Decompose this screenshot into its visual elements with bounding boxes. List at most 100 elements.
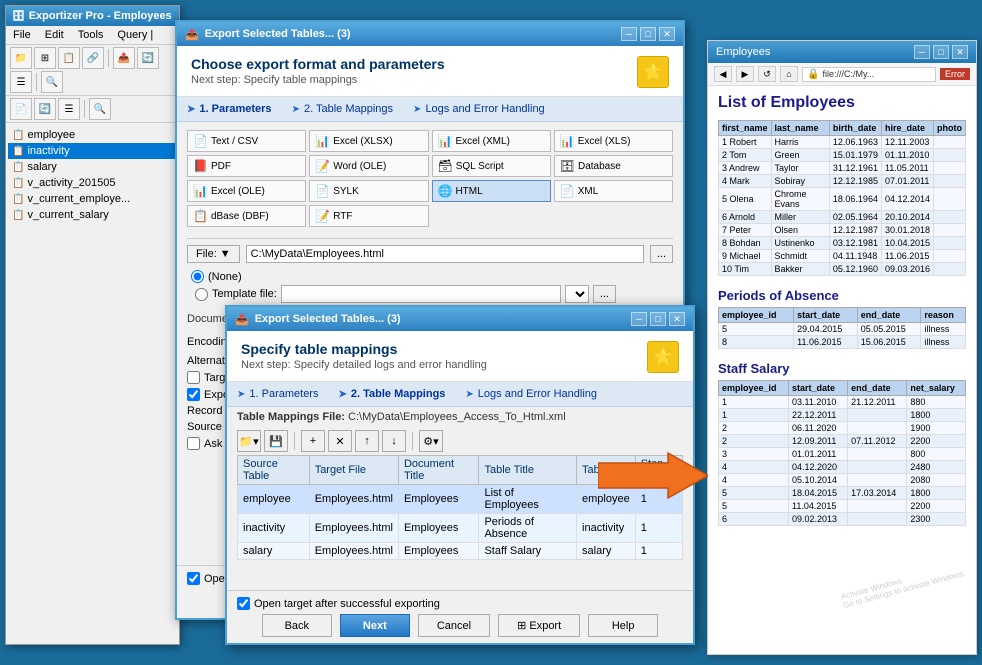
sidebar-item-v-current-salary[interactable]: 📋 v_current_salary	[8, 207, 177, 223]
sidebar-item-v-activity[interactable]: 📋 v_activity_201505	[8, 175, 177, 191]
file-browse-button[interactable]: ...	[650, 245, 673, 263]
dialog1-close[interactable]: ✕	[659, 27, 675, 41]
dialog2-help-button[interactable]: Help	[588, 614, 658, 637]
mapping-add-btn[interactable]: +	[301, 430, 325, 452]
format-dbase[interactable]: 📋 dBase (DBF)	[187, 205, 306, 227]
ask-checkbox[interactable]	[187, 437, 200, 450]
format-xml[interactable]: 📄 XML	[554, 180, 673, 202]
table-row[interactable]: salary Employees.html Employees Staff Sa…	[238, 543, 683, 560]
emp-col-hiredate: hire_date	[881, 121, 933, 136]
preview-error-btn[interactable]: Error	[940, 68, 970, 80]
mappings-file-label: Table Mappings File:	[237, 411, 345, 423]
toolbar2-btn-4[interactable]: 🔍	[89, 98, 111, 120]
dialog2-open-target-row: Open target after successful exporting	[237, 597, 683, 610]
toolbar-btn-2[interactable]: ⊞	[34, 47, 56, 69]
open-target-checkbox[interactable]	[187, 572, 200, 585]
table-row: 6 ArnoldMiller02.05.196420.10.2014	[719, 211, 966, 224]
format-database[interactable]: 🗄 Database	[554, 155, 673, 177]
template-file-input[interactable]	[281, 285, 561, 303]
dialog2-next-button[interactable]: Next	[340, 614, 410, 637]
dialog2-tab-parameters[interactable]: ➤ 1. Parameters	[237, 388, 318, 400]
sidebar-item-inactivity[interactable]: 📋 inactivity	[8, 143, 177, 159]
table-row: 9 MichaelSchmidt04.11.194811.06.2015	[719, 250, 966, 263]
emp-col-lastname: last_name	[771, 121, 829, 136]
dialog2-back-button[interactable]: Back	[262, 614, 332, 637]
format-pdf[interactable]: 📕 PDF	[187, 155, 306, 177]
dialog1-maximize[interactable]: □	[640, 27, 656, 41]
table-row: 1 RobertHarris12.06.196312.11.2003	[719, 136, 966, 149]
preview-content: List of Employees first_name last_name b…	[708, 86, 976, 639]
divider-1	[187, 238, 673, 239]
template-file-radio[interactable]	[195, 288, 208, 301]
table-row[interactable]: inactivity Employees.html Employees Peri…	[238, 514, 683, 543]
format-excel-xlsx[interactable]: 📊 Excel (XLSX)	[309, 130, 428, 152]
toolbar-btn-1[interactable]: 📁	[10, 47, 32, 69]
preview-maximize[interactable]: □	[933, 45, 949, 59]
row1-target: Employees.html	[309, 485, 398, 514]
dialog2-export-button[interactable]: ⊞ Export	[498, 614, 580, 637]
preview-refresh-btn[interactable]: ↺	[758, 66, 776, 82]
sidebar-item-employee[interactable]: 📋 employee	[8, 127, 177, 143]
dialog2-tab-logs[interactable]: ➤ Logs and Error Handling	[465, 388, 597, 400]
format-sql[interactable]: 🗃 SQL Script	[432, 155, 551, 177]
mapping-save-btn[interactable]: 💾	[264, 430, 288, 452]
toolbar-btn-3[interactable]: 📋	[58, 47, 80, 69]
menu-query[interactable]: Query |	[114, 28, 156, 42]
dialog1-tabs: ➤ 1. Parameters ➤ 2. Table Mappings ➤ Lo…	[177, 97, 683, 122]
preview-minimize[interactable]: ─	[914, 45, 930, 59]
toolbar2-btn-1[interactable]: 📄	[10, 98, 32, 120]
dialog2-maximize[interactable]: □	[650, 312, 666, 326]
preview-forward-btn[interactable]: ▶	[736, 66, 754, 82]
toolbar-btn-4[interactable]: 🔗	[82, 47, 104, 69]
mapping-folder-btn[interactable]: 📁▾	[237, 430, 261, 452]
dialog2-open-target-checkbox[interactable]	[237, 597, 250, 610]
toolbar2-btn-3[interactable]: ☰	[58, 98, 80, 120]
format-excel-ole[interactable]: 📊 Excel (OLE)	[187, 180, 306, 202]
mapping-down-btn[interactable]: ↓	[382, 430, 406, 452]
file-path-input[interactable]	[246, 245, 644, 263]
menu-tools[interactable]: Tools	[75, 28, 107, 42]
format-excel-xml[interactable]: 📊 Excel (XML)	[432, 130, 551, 152]
sidebar-item-v-current-employe[interactable]: 📋 v_current_employe...	[8, 191, 177, 207]
table-row: 5 OlenaChrome Evans18.06.196404.12.2014	[719, 188, 966, 211]
main-titlebar: 🗄 Exportizer Pro - Employees	[6, 6, 179, 26]
dialog1-tab-mappings[interactable]: ➤ 2. Table Mappings	[292, 103, 393, 115]
target-checkbox[interactable]	[187, 371, 200, 384]
dialog1-tab-parameters[interactable]: ➤ 1. Parameters	[187, 103, 272, 115]
template-file-select[interactable]	[565, 285, 589, 303]
format-html[interactable]: 🌐 HTML	[432, 180, 551, 202]
toolbar-btn-5[interactable]: 📤	[113, 47, 135, 69]
sidebar-item-salary[interactable]: 📋 salary	[8, 159, 177, 175]
preview-home-btn[interactable]: ⌂	[780, 66, 798, 82]
menu-edit[interactable]: Edit	[42, 28, 67, 42]
toolbar-btn-8[interactable]: 🔍	[41, 71, 63, 93]
table-row: 301.01.2011800	[719, 448, 966, 461]
d2-tab3-arrow: ➤	[465, 389, 473, 400]
menu-file[interactable]: File	[10, 28, 34, 42]
dialog2-tab-mappings[interactable]: ➤ 2. Table Mappings	[338, 388, 445, 400]
dialog2-minimize[interactable]: ─	[631, 312, 647, 326]
template-none-radio[interactable]	[191, 270, 204, 283]
dialog2-close[interactable]: ✕	[669, 312, 685, 326]
toolbar-btn-7[interactable]: ☰	[10, 71, 32, 93]
format-text-csv[interactable]: 📄 Text / CSV	[187, 130, 306, 152]
file-type-button[interactable]: File: ▼	[187, 245, 240, 263]
toolbar-btn-6[interactable]: 🔄	[137, 47, 159, 69]
dialog1-minimize[interactable]: ─	[621, 27, 637, 41]
preview-close[interactable]: ✕	[952, 45, 968, 59]
dialog2-cancel-button[interactable]: Cancel	[418, 614, 490, 637]
format-sylk[interactable]: 📄 SYLK	[309, 180, 428, 202]
mapping-delete-btn[interactable]: ✕	[328, 430, 352, 452]
template-browse-button[interactable]: ...	[593, 285, 616, 303]
dialog1-tab-logs[interactable]: ➤ Logs and Error Handling	[413, 103, 545, 115]
preview-back-btn[interactable]: ◀	[714, 66, 732, 82]
format-excel-xls[interactable]: 📊 Excel (XLS)	[554, 130, 673, 152]
export-checkbox[interactable]	[187, 388, 200, 401]
d2-tab2-label: 2. Table Mappings	[351, 388, 446, 400]
mapping-up-btn[interactable]: ↑	[355, 430, 379, 452]
mapping-config-btn[interactable]: ⚙▾	[419, 430, 443, 452]
format-word-ole[interactable]: 📝 Word (OLE)	[309, 155, 428, 177]
table-row[interactable]: employee Employees.html Employees List o…	[238, 485, 683, 514]
toolbar2-btn-2[interactable]: 🔄	[34, 98, 56, 120]
format-rtf[interactable]: 📝 RTF	[309, 205, 428, 227]
